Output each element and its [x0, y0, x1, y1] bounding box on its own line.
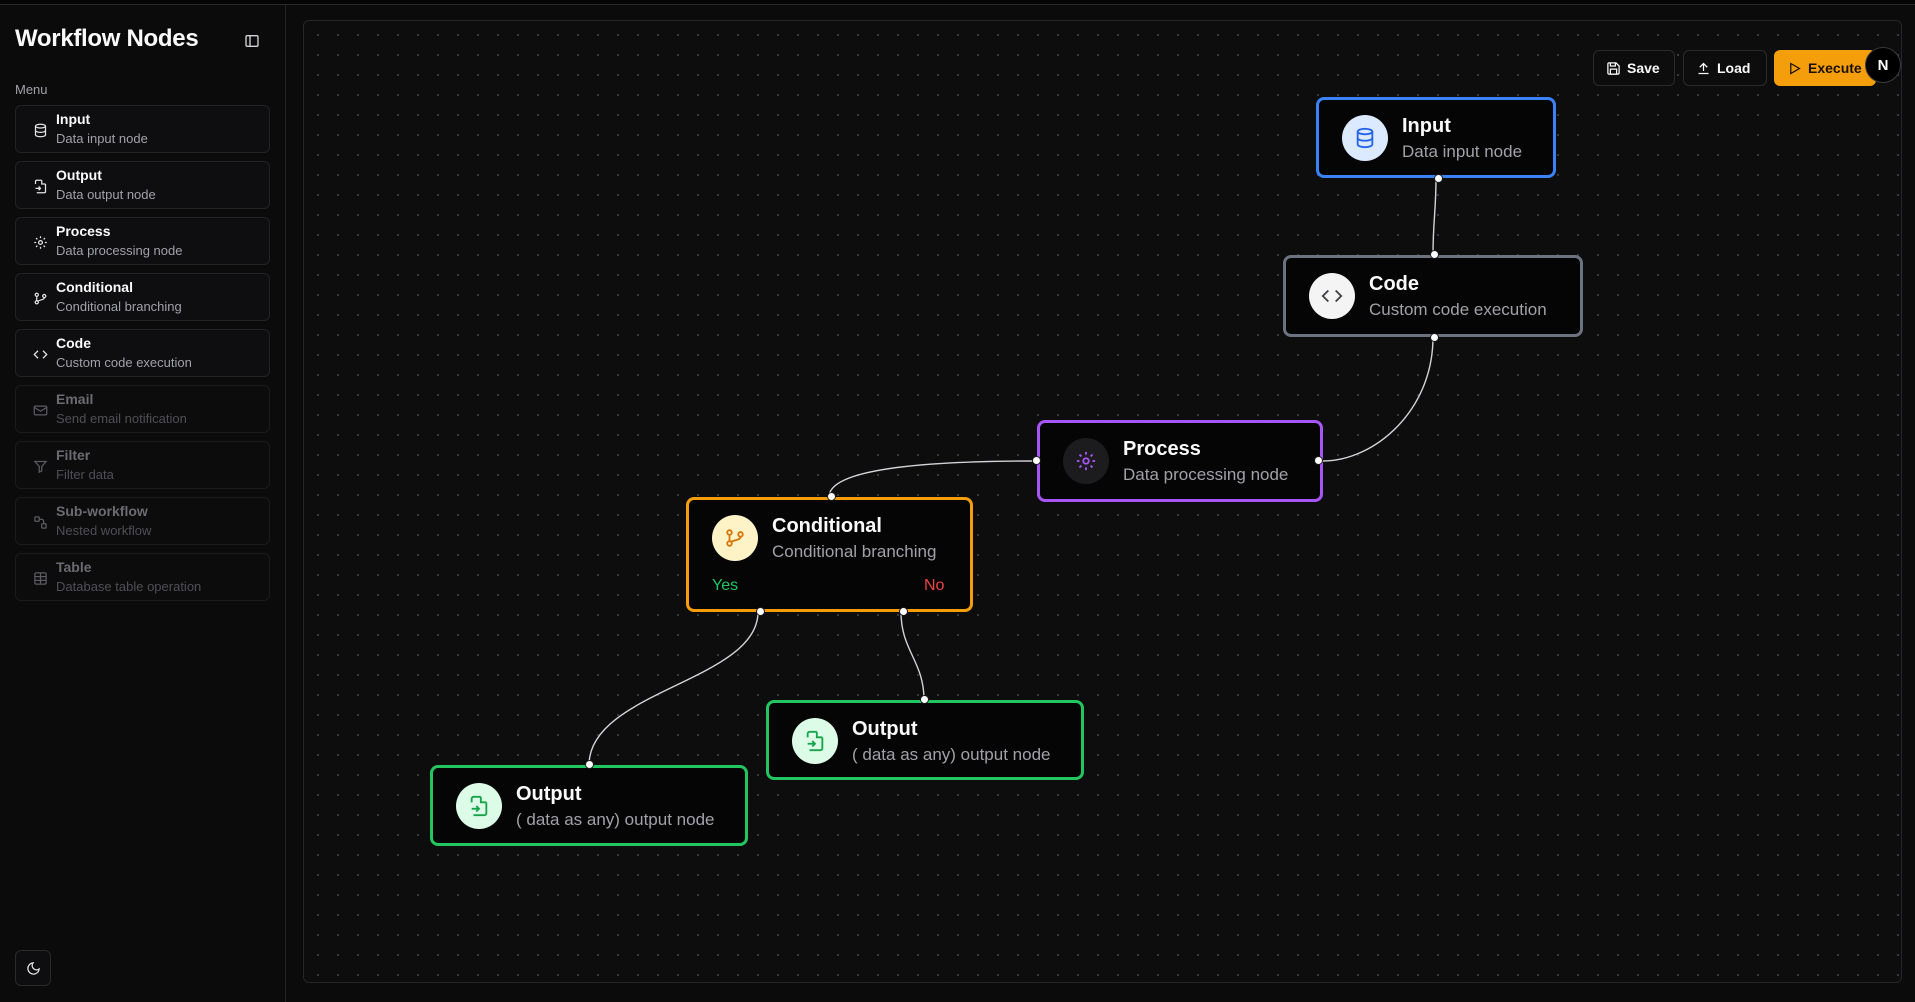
mail-icon: [32, 402, 48, 418]
palette-item-subtitle: Custom code execution: [56, 355, 192, 370]
edge-code-process[interactable]: [1322, 336, 1434, 462]
sidebar-toggle-button[interactable]: [240, 29, 264, 53]
node-output-no[interactable]: Output ( data as any) output node: [766, 695, 1084, 780]
save-label: Save: [1627, 60, 1660, 76]
panel-left-icon: [245, 35, 259, 47]
palette-item-email: Email Send email notification: [15, 385, 270, 433]
workflow-canvas[interactable]: Save Load Execute N Input Data input nod…: [303, 20, 1902, 983]
branch-no-label: No: [924, 577, 945, 594]
node-title: Input: [1402, 115, 1451, 137]
palette-item-input[interactable]: Input Data input node: [15, 105, 270, 153]
palette-item-output[interactable]: Output Data output node: [15, 161, 270, 209]
code-icon: [1309, 273, 1355, 319]
palette-item-title: Code: [56, 335, 91, 351]
menu-label: Menu: [15, 82, 48, 97]
user-avatar[interactable]: N: [1865, 47, 1901, 83]
table-icon: [32, 570, 48, 586]
node-title: Code: [1369, 273, 1419, 295]
load-button[interactable]: Load: [1683, 50, 1767, 86]
palette-item-title: Email: [56, 391, 94, 407]
node-title: Output: [852, 718, 918, 740]
edge-conditional-no-output[interactable]: [900, 611, 925, 701]
node-input-source-handle[interactable]: [1434, 174, 1443, 183]
palette-item-title: Conditional: [56, 279, 133, 295]
node-title: Output: [516, 783, 582, 805]
node-subtitle: ( data as any) output node: [516, 810, 715, 829]
git-branch-icon: [712, 515, 758, 561]
node-process-right-handle[interactable]: [1314, 456, 1323, 465]
save-button[interactable]: Save: [1593, 50, 1675, 86]
node-process-left-handle[interactable]: [1032, 456, 1041, 465]
upload-icon: [1698, 62, 1709, 74]
palette-item-sub-workflow: Sub-workflow Nested workflow: [15, 497, 270, 545]
node-output-yes-target-handle[interactable]: [585, 760, 594, 769]
edge-input-code[interactable]: [1432, 177, 1437, 256]
edge-conditional-yes-output[interactable]: [588, 611, 759, 766]
palette-item-subtitle: Filter data: [56, 467, 114, 482]
palette-item-title: Input: [56, 111, 91, 127]
node-output-yes[interactable]: Output ( data as any) output node: [430, 760, 748, 846]
palette-item-subtitle: Send email notification: [56, 411, 187, 426]
node-code[interactable]: Code Custom code execution: [1283, 250, 1583, 342]
palette-item-subtitle: Data processing node: [56, 243, 183, 258]
sidebar: Workflow Nodes Menu Input Data input nod…: [0, 5, 286, 1002]
palette-item-title: Process: [56, 223, 111, 239]
node-output-no-target-handle[interactable]: [920, 695, 929, 704]
node-code-target-handle[interactable]: [1430, 250, 1439, 259]
node-subtitle: ( data as any) output node: [852, 745, 1051, 764]
palette-item-title: Filter: [56, 447, 91, 463]
palette-item-title: Sub-workflow: [56, 503, 148, 519]
filter-icon: [32, 458, 48, 474]
node-conditional-target-handle[interactable]: [827, 492, 836, 501]
node-subtitle: Conditional branching: [772, 542, 937, 561]
node-conditional-no-handle[interactable]: [899, 607, 908, 616]
gear-icon: [1063, 438, 1109, 484]
workflow-icon: [32, 514, 48, 530]
branch-yes-label: Yes: [712, 577, 739, 594]
play-icon: [1790, 61, 1801, 75]
node-subtitle: Data input node: [1402, 142, 1523, 161]
node-code-source-handle[interactable]: [1430, 333, 1439, 342]
file-output-icon: [456, 783, 502, 829]
palette-item-conditional[interactable]: Conditional Conditional branching: [15, 273, 270, 321]
palette-item-title: Table: [56, 559, 92, 575]
load-label: Load: [1717, 60, 1751, 76]
file-output-icon: [792, 718, 838, 764]
palette-item-table: Table Database table operation: [15, 553, 270, 601]
palette-item-code[interactable]: Code Custom code execution: [15, 329, 270, 377]
app-title: Workflow Nodes: [15, 25, 199, 52]
palette-item-subtitle: Conditional branching: [56, 299, 182, 314]
code-icon: [32, 346, 48, 362]
execute-button[interactable]: Execute: [1774, 50, 1876, 86]
execute-label: Execute: [1808, 60, 1862, 76]
node-subtitle: Custom code execution: [1369, 300, 1547, 319]
node-palette: Input Data input node Output Data output…: [15, 105, 270, 609]
node-title: Process: [1123, 438, 1201, 460]
file-output-icon: [32, 178, 48, 194]
palette-item-title: Output: [56, 167, 102, 183]
palette-item-subtitle: Data output node: [56, 187, 156, 202]
theme-toggle-button[interactable]: [15, 950, 51, 986]
node-conditional-yes-handle[interactable]: [756, 607, 765, 616]
database-icon: [32, 122, 48, 138]
moon-icon: [26, 961, 40, 975]
node-process[interactable]: Process Data processing node: [1032, 420, 1323, 502]
palette-item-subtitle: Database table operation: [56, 579, 202, 594]
palette-item-process[interactable]: Process Data processing node: [15, 217, 270, 265]
node-conditional[interactable]: Conditional Conditional branching Yes No: [686, 492, 973, 616]
edge-process-conditional[interactable]: [828, 460, 1038, 498]
save-icon: [1607, 61, 1620, 75]
window-top-bar: [0, 0, 1915, 5]
gear-icon: [32, 234, 48, 250]
node-subtitle: Data processing node: [1123, 465, 1289, 484]
node-title: Conditional: [772, 515, 882, 537]
git-branch-icon: [32, 290, 48, 306]
database-icon: [1342, 115, 1388, 161]
palette-item-subtitle: Data input node: [56, 131, 148, 146]
node-input[interactable]: Input Data input node: [1316, 97, 1556, 183]
palette-item-filter: Filter Filter data: [15, 441, 270, 489]
palette-item-subtitle: Nested workflow: [56, 523, 152, 538]
